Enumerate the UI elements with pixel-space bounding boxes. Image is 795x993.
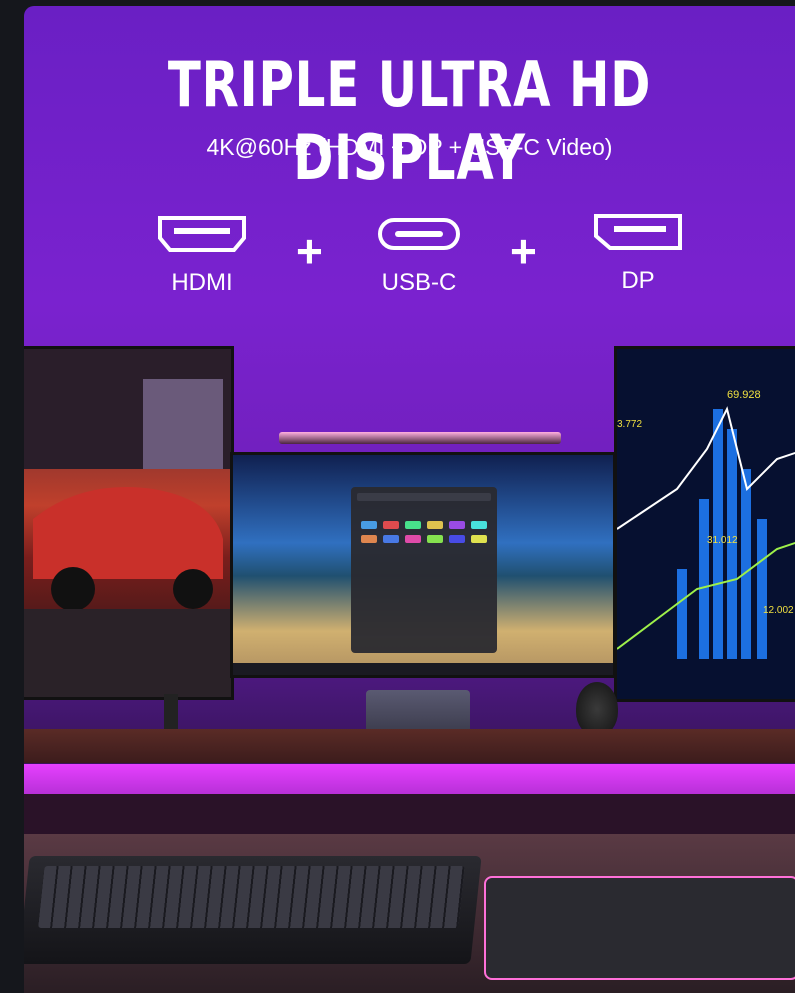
sports-car-image bbox=[24, 349, 231, 697]
port-label-usb-c: USB-C bbox=[381, 269, 457, 296]
product-banner: TRIPLE ULTRA HD DISPLAY 4K@60Hz (HDMI + … bbox=[24, 6, 795, 993]
gaming-mouse bbox=[576, 682, 618, 736]
stock-chart-graphic bbox=[617, 406, 795, 659]
keyboard bbox=[24, 856, 482, 964]
port-displayport: DP bbox=[590, 212, 686, 295]
taskbar bbox=[233, 663, 613, 675]
port-label-dp: DP bbox=[621, 267, 655, 294]
displayport-icon bbox=[594, 214, 682, 250]
plus-sign: + bbox=[296, 225, 323, 277]
chart-low-value: 12.002 bbox=[763, 605, 794, 616]
usb-c-port-icon bbox=[378, 218, 460, 250]
led-strip bbox=[24, 764, 795, 794]
desk-shelf bbox=[24, 729, 795, 763]
chart-peak-value: 69.928 bbox=[727, 389, 761, 401]
desk-underside bbox=[24, 794, 795, 834]
headline-subtitle: 4K@60Hz (HDMI + DP + USB-C Video) bbox=[206, 134, 613, 160]
monitor-light-bar bbox=[279, 432, 561, 444]
start-menu-search bbox=[357, 493, 491, 501]
keyboard-keys bbox=[38, 866, 465, 928]
plus-sign: + bbox=[510, 225, 537, 277]
left-monitor-stand bbox=[164, 694, 178, 730]
port-usb-c: USB-C bbox=[369, 214, 469, 297]
center-monitor bbox=[230, 452, 616, 678]
left-monitor bbox=[24, 346, 234, 700]
start-menu bbox=[351, 487, 497, 653]
port-label-hdmi: HDMI bbox=[171, 269, 233, 296]
chart-left-value: 3.772 bbox=[617, 419, 643, 430]
right-monitor: 69.928 3.772 31.012 12.002 bbox=[614, 346, 795, 702]
headline-title: TRIPLE ULTRA HD DISPLAY bbox=[167, 48, 652, 194]
port-hdmi: HDMI bbox=[154, 214, 250, 297]
chart-mid-value: 31.012 bbox=[707, 535, 738, 546]
mouse-pad bbox=[484, 876, 795, 980]
hdmi-port-icon bbox=[158, 216, 246, 252]
